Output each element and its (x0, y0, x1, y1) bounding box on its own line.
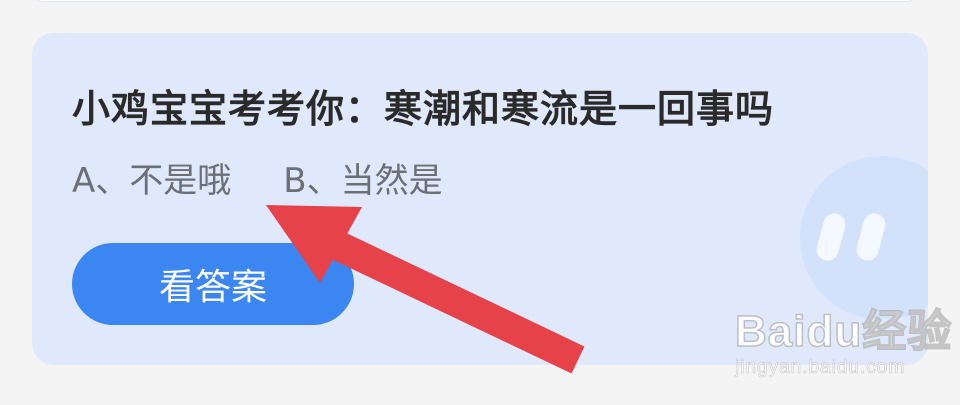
view-answer-button[interactable]: 看答案 (72, 243, 354, 325)
option-b[interactable]: B、当然是 (283, 153, 442, 202)
quiz-options: A、不是哦 B、当然是 (72, 153, 443, 202)
quiz-question: 小鸡宝宝考考你：寒潮和寒流是一回事吗 (72, 87, 775, 131)
previous-card-edge (32, 0, 918, 2)
option-a[interactable]: A、不是哦 (72, 153, 231, 202)
quiz-card: 小鸡宝宝考考你：寒潮和寒流是一回事吗 A、不是哦 B、当然是 看答案 (32, 33, 928, 365)
chick-mascot-icon (800, 156, 928, 318)
